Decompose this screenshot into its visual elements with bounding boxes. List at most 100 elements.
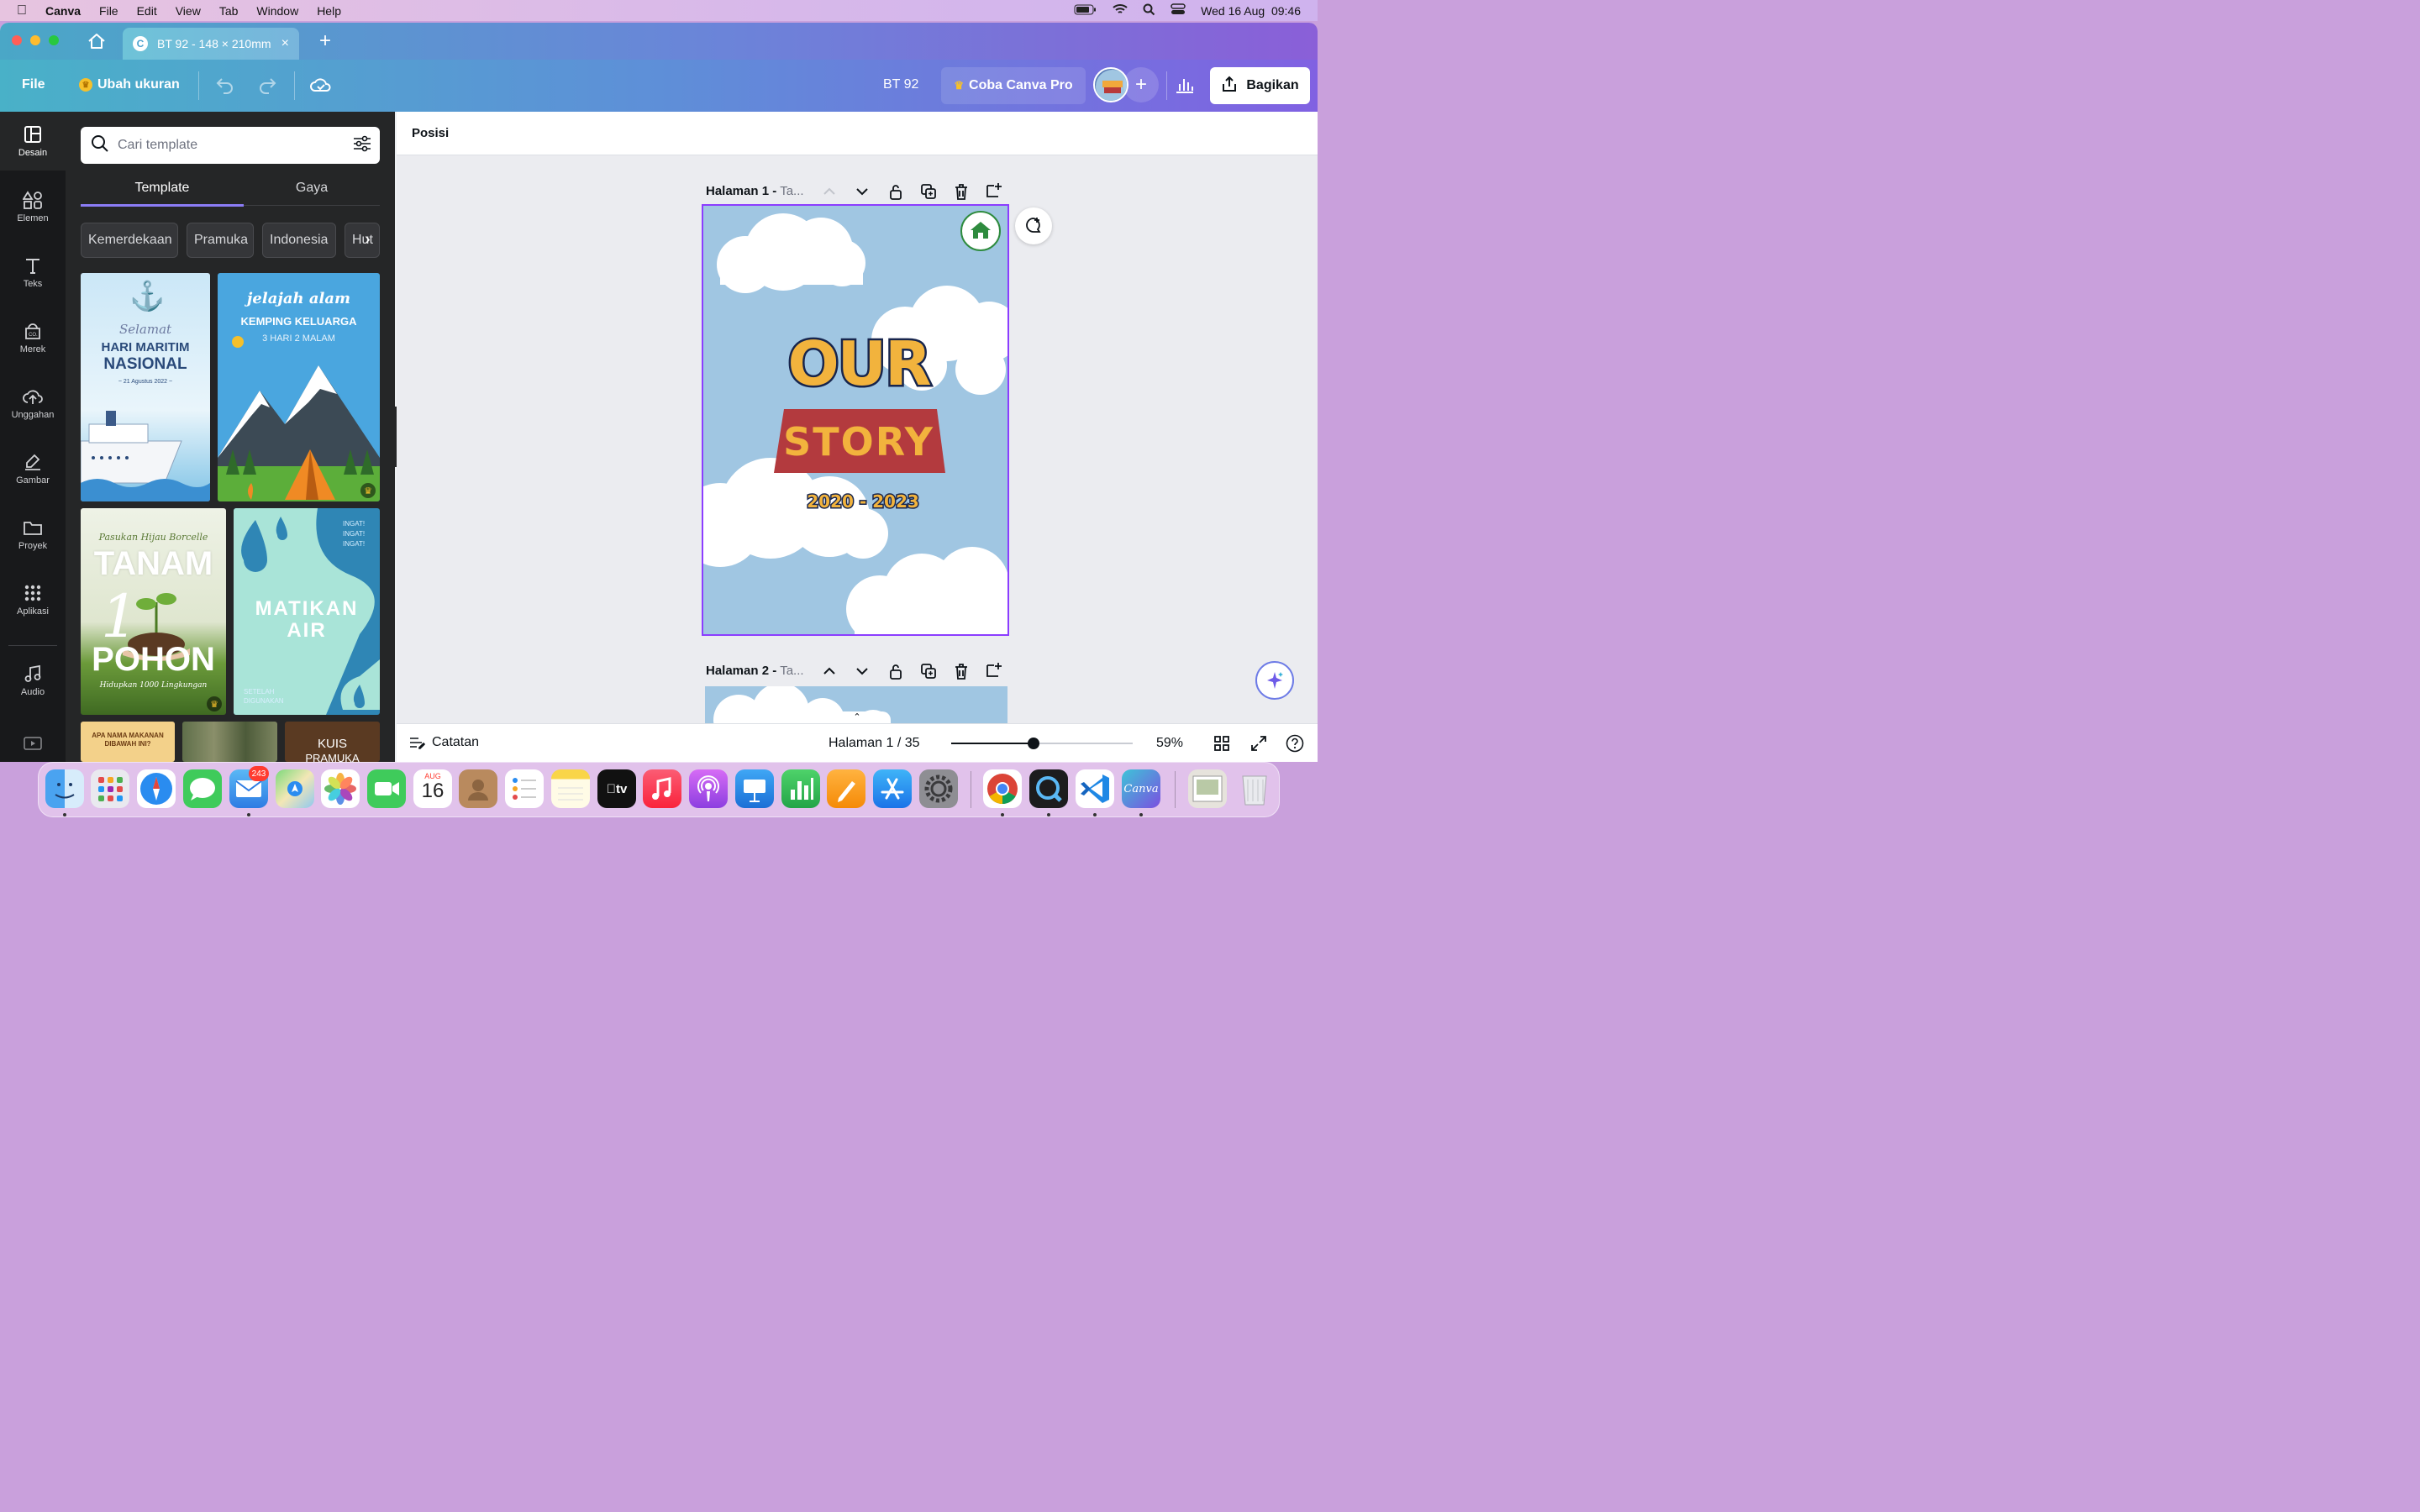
notes-button[interactable]: Catatan [408, 735, 479, 750]
home-icon[interactable] [87, 33, 106, 54]
messages-icon[interactable] [183, 769, 222, 808]
add-comment-button[interactable] [1015, 207, 1052, 244]
maximize-window-button[interactable] [49, 35, 59, 45]
chrome-icon[interactable] [983, 769, 1022, 808]
design-title-story[interactable]: STORY [703, 419, 1007, 465]
menu-file[interactable]: File [99, 4, 118, 18]
menu-help[interactable]: Help [317, 4, 341, 18]
preview-icon[interactable] [1188, 769, 1227, 808]
rail-item-unggahan[interactable]: Unggahan [0, 374, 66, 433]
rail-item-gambar[interactable]: Gambar [0, 439, 66, 498]
browser-tab[interactable]: C BT 92 - 148 × 210mm × [123, 28, 299, 60]
share-button[interactable]: Bagikan [1210, 67, 1310, 104]
menu-edit[interactable]: Edit [137, 4, 157, 18]
rail-item-proyek[interactable]: Proyek [0, 505, 66, 564]
design-title-our[interactable]: OUR [703, 327, 1007, 402]
duplicate-page-icon[interactable] [919, 662, 938, 680]
quicktime-icon[interactable] [1029, 769, 1068, 808]
chip-indonesia[interactable]: Indonesia [262, 223, 336, 258]
try-pro-button[interactable]: ♛ Coba Canva Pro [941, 67, 1086, 104]
reminders-icon[interactable] [505, 769, 544, 808]
minimize-window-button[interactable] [30, 35, 40, 45]
template-card-forest[interactable] [182, 722, 277, 762]
filter-icon[interactable] [353, 135, 371, 156]
lock-icon[interactable] [886, 662, 905, 680]
music-icon[interactable] [643, 769, 681, 808]
safari-icon[interactable] [137, 769, 176, 808]
keynote-icon[interactable] [735, 769, 774, 808]
template-card-tanam-pohon[interactable]: Pasukan Hijau Borcelle TANAM 1 POHON Hid… [81, 508, 226, 715]
settings-icon[interactable] [919, 769, 958, 808]
document-title[interactable]: BT 92 [883, 77, 918, 92]
lock-icon[interactable] [886, 182, 905, 201]
chevron-up-icon[interactable] [820, 182, 839, 201]
add-page-icon[interactable] [985, 181, 1003, 199]
launchpad-icon[interactable] [91, 769, 129, 808]
chevron-down-icon[interactable] [853, 662, 871, 680]
apple-icon[interactable]:  [17, 3, 27, 18]
design-page-1[interactable]: OUR STORY 2020 - 2023 [702, 204, 1009, 636]
expand-pages-handle[interactable]: ⌃ [823, 711, 891, 723]
finder-icon[interactable] [45, 769, 84, 808]
chip-pramuka[interactable]: Pramuka [187, 223, 254, 258]
appstore-icon[interactable] [873, 769, 912, 808]
position-button[interactable]: Posisi [412, 126, 449, 140]
magic-assistant-button[interactable] [1255, 661, 1294, 700]
help-icon[interactable] [1286, 734, 1304, 753]
wifi-icon[interactable] [1113, 3, 1128, 18]
rail-item-desain[interactable]: Desain [0, 112, 66, 171]
add-page-icon[interactable] [985, 660, 1003, 679]
resize-button[interactable]: ♛ Ubah ukuran [79, 77, 180, 92]
rail-item-elemen[interactable]: Elemen [0, 177, 66, 236]
template-card-makanan[interactable]: APA NAMA MAKANAN DIBAWAH INI? [81, 722, 175, 762]
pages-icon[interactable] [827, 769, 865, 808]
insights-chart-icon[interactable] [1175, 76, 1195, 98]
canva-icon[interactable]: Canva [1122, 769, 1160, 808]
file-menu-button[interactable]: File [22, 77, 45, 92]
chip-hut[interactable]: Hut [345, 223, 380, 258]
menu-tab[interactable]: Tab [219, 4, 239, 18]
maps-icon[interactable] [276, 769, 314, 808]
menu-app-name[interactable]: Canva [45, 4, 81, 18]
template-card-kuis-pramuka[interactable]: KUIS PRAMUKA [285, 722, 380, 762]
cloud-saved-icon[interactable] [309, 75, 333, 97]
close-window-button[interactable] [12, 35, 22, 45]
delete-page-icon[interactable] [952, 182, 971, 201]
trash-icon[interactable] [1235, 769, 1274, 808]
zoom-level[interactable]: 59% [1156, 736, 1183, 751]
tab-template[interactable]: Template [81, 181, 244, 196]
chip-kemerdekaan[interactable]: Kemerdekaan [81, 223, 178, 258]
page-counter[interactable]: Halaman 1 / 35 [829, 736, 920, 751]
zoom-slider-track[interactable] [951, 738, 1133, 749]
video-icon[interactable] [24, 737, 42, 754]
rail-item-aplikasi[interactable]: Aplikasi [0, 570, 66, 629]
facetime-icon[interactable] [367, 769, 406, 808]
page-1-title[interactable]: Ta... [780, 184, 803, 198]
numbers-icon[interactable] [781, 769, 820, 808]
page-2-title[interactable]: Ta... [780, 664, 803, 678]
template-search[interactable]: Cari template [81, 127, 380, 164]
new-tab-icon[interactable]: + [319, 29, 331, 53]
menu-view[interactable]: View [176, 4, 201, 18]
grid-view-icon[interactable] [1213, 735, 1230, 752]
battery-icon[interactable] [1074, 4, 1097, 18]
rail-item-audio[interactable]: Audio [0, 651, 66, 710]
redo-icon[interactable] [257, 76, 277, 98]
tv-icon[interactable]: tv [597, 769, 636, 808]
chevron-down-icon[interactable] [853, 182, 871, 201]
template-card-hari-maritim[interactable]: ⚓ Selamat HARI MARITIM NASIONAL ~ 21 Agu… [81, 273, 210, 501]
notes-app-icon[interactable] [551, 769, 590, 808]
photos-icon[interactable] [321, 769, 360, 808]
control-center-icon[interactable] [1171, 3, 1186, 18]
search-icon[interactable] [1143, 3, 1155, 18]
add-collaborator-button[interactable]: + [1123, 67, 1159, 102]
fullscreen-icon[interactable] [1250, 735, 1267, 752]
menubar-clock[interactable]: Wed 16 Aug 09:46 [1201, 4, 1301, 18]
podcasts-icon[interactable] [689, 769, 728, 808]
rail-item-merek[interactable]: CO. Merek [0, 308, 66, 367]
rail-item-teks[interactable]: Teks [0, 243, 66, 302]
template-card-kemping[interactable]: jelajah alam KEMPING KELUARGA 3 HARI 2 M… [218, 273, 380, 501]
contacts-icon[interactable] [459, 769, 497, 808]
template-card-matikan-air[interactable]: INGAT! INGAT! INGAT! MATIKAN AIR SETELAH… [234, 508, 380, 715]
duplicate-page-icon[interactable] [919, 182, 938, 201]
